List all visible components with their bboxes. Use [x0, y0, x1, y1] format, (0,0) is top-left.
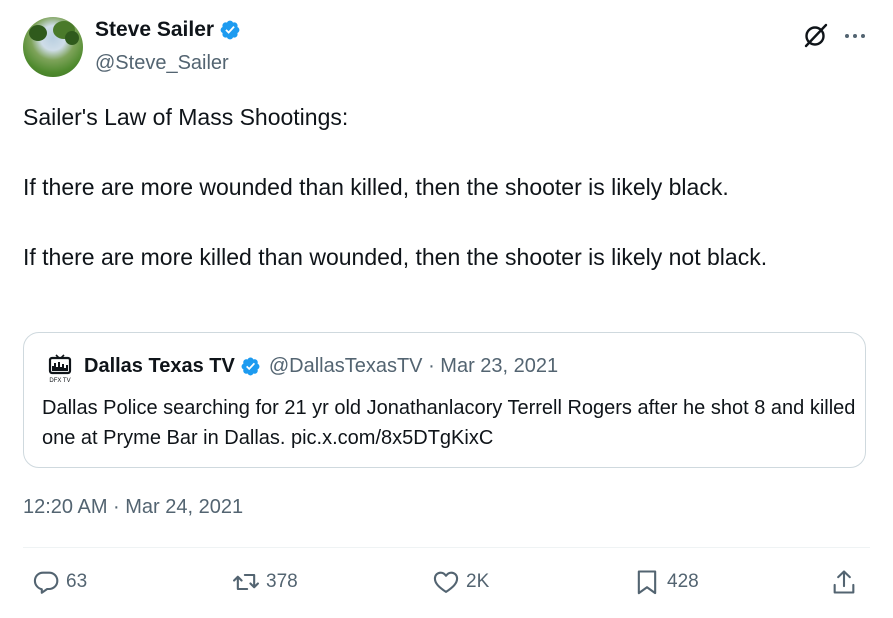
reply-icon — [33, 571, 59, 594]
tweet-timestamp[interactable]: 12:20 AM · Mar 24, 2021 — [23, 496, 243, 519]
verified-badge-icon — [220, 20, 240, 40]
like-count: 2K — [466, 571, 490, 592]
share-icon — [833, 570, 855, 594]
author-avatar[interactable] — [23, 17, 83, 77]
bookmark-icon — [637, 570, 657, 595]
quoted-logo-text: DFX TV — [49, 378, 70, 384]
divider — [23, 547, 870, 548]
quoted-tweet-card[interactable]: DFX TV Dallas Texas TV @DallasTexasTV · … — [23, 332, 866, 468]
repost-button[interactable]: 378 — [232, 568, 298, 596]
quoted-header: Dallas Texas TV @DallasTexasTV · Mar 23,… — [84, 355, 558, 378]
reply-count: 63 — [66, 571, 88, 592]
bookmark-button[interactable]: 428 — [633, 568, 699, 596]
quoted-display-name[interactable]: Dallas Texas TV — [84, 355, 235, 378]
tweet-text: Sailer's Law of Mass Shootings: If there… — [23, 104, 768, 270]
author-name-row: Steve Sailer — [95, 18, 241, 42]
like-icon — [433, 571, 459, 593]
author-handle[interactable]: @Steve_Sailer — [95, 52, 229, 75]
quoted-tweet-text: Dallas Police searching for 21 yr old Jo… — [42, 397, 856, 449]
more-icon[interactable] — [843, 26, 867, 46]
repost-icon — [233, 573, 259, 591]
quoted-avatar-logo[interactable]: DFX TV — [48, 354, 72, 384]
share-button[interactable] — [830, 568, 858, 596]
verified-badge-icon — [241, 357, 260, 376]
quoted-handle-date[interactable]: @DallasTexasTV · Mar 23, 2021 — [269, 355, 558, 378]
repost-count: 378 — [266, 571, 298, 592]
like-button[interactable]: 2K — [432, 568, 489, 596]
reply-button[interactable]: 63 — [32, 568, 87, 596]
author-display-name[interactable]: Steve Sailer — [95, 18, 214, 42]
bookmark-count: 428 — [667, 571, 699, 592]
grok-icon[interactable] — [803, 22, 829, 48]
